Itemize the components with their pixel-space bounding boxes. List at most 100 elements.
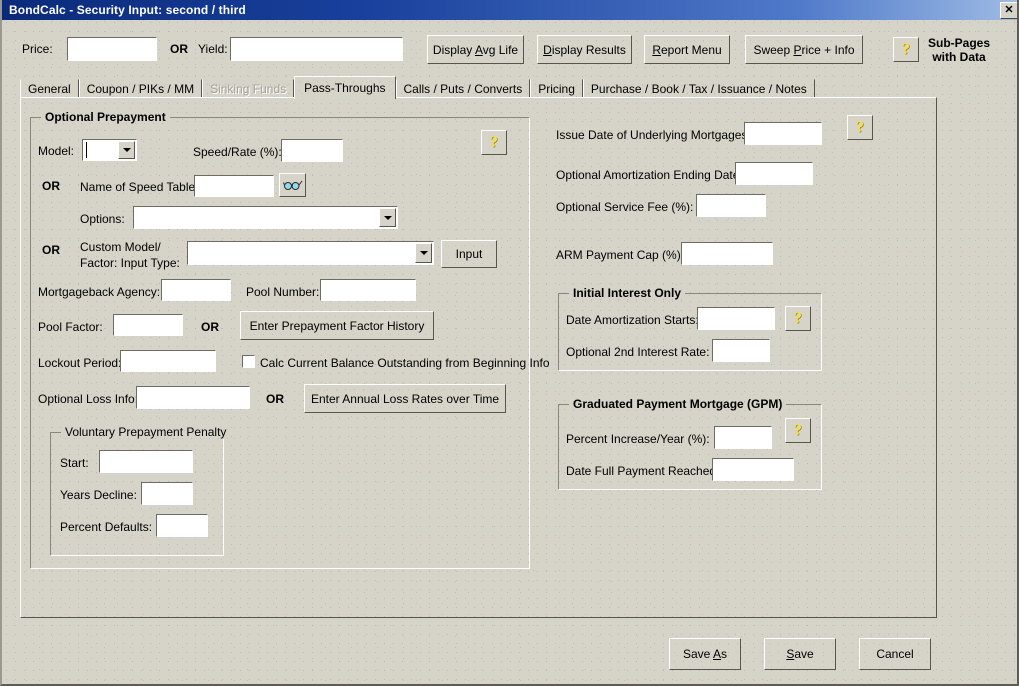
calc-current-balance-checkbox[interactable]: [242, 355, 255, 368]
pool-factor-label: Pool Factor:: [38, 320, 103, 334]
penalty-start-input[interactable]: [99, 450, 193, 473]
date-amortization-starts-input[interactable]: [697, 307, 775, 330]
speed-rate-label: Speed/Rate (%):: [193, 145, 282, 159]
save-button[interactable]: Save: [764, 638, 836, 670]
date-full-payment-reached-label: Date Full Payment Reached:: [566, 464, 719, 478]
name-of-speed-table-label: Name of Speed Table:: [80, 180, 199, 194]
optional-amortization-ending-date-input[interactable]: [735, 162, 813, 185]
sweep-price-info-button[interactable]: Sweep Price + Info: [745, 35, 863, 64]
close-icon[interactable]: ✕: [1000, 2, 1018, 19]
tab-strip: General Coupon / PIKs / MM Sinking Funds…: [20, 78, 815, 98]
tab-sinking-funds: Sinking Funds: [202, 79, 294, 98]
gpm-title: Graduated Payment Mortgage (GPM): [569, 397, 786, 411]
save-as-button[interactable]: Save As: [669, 638, 741, 670]
mortgageback-agency-input[interactable]: [161, 279, 231, 301]
mortgageback-agency-label: Mortgageback Agency:: [38, 285, 160, 299]
report-menu-label: Report Menu: [652, 43, 721, 57]
date-amortization-starts-label: Date Amortization Starts:: [566, 313, 699, 327]
pool-number-label: Pool Number:: [246, 285, 319, 299]
pool-factor-input[interactable]: [113, 314, 183, 336]
question-mark-icon: ?: [794, 423, 802, 439]
subpages-line-2: with Data: [913, 50, 1005, 64]
subpages-line-1: Sub-Pages: [913, 36, 1005, 50]
optional-2nd-interest-rate-input[interactable]: [712, 339, 770, 362]
issue-date-help-button[interactable]: ?: [847, 115, 873, 140]
display-avg-life-label: Display Avg Life: [433, 43, 518, 57]
issue-date-underlying-mortgages-label: Issue Date of Underlying Mortgages:: [556, 128, 751, 142]
report-menu-button[interactable]: Report Menu: [644, 35, 730, 64]
custom-model-label-line1: Custom Model/: [80, 240, 161, 254]
percent-increase-year-label: Percent Increase/Year (%):: [566, 432, 710, 446]
model-text-caret: [86, 142, 87, 158]
optional-service-fee-input[interactable]: [696, 194, 766, 217]
lockout-period-label: Lockout Period:: [38, 356, 121, 370]
price-input[interactable]: [67, 37, 157, 61]
enter-prepayment-factor-history-button[interactable]: Enter Prepayment Factor History: [240, 311, 434, 340]
tab-pricing[interactable]: Pricing: [530, 79, 583, 98]
calc-current-balance-label: Calc Current Balance Outstanding from Be…: [260, 356, 550, 370]
percent-increase-year-input[interactable]: [714, 426, 772, 449]
optional-loss-info-label: Optional Loss Info:: [38, 392, 138, 406]
display-avg-life-button[interactable]: Display Avg Life: [427, 35, 524, 64]
initial-interest-only-help-button[interactable]: ?: [785, 306, 811, 331]
tab-purchase-book-tax-issuance-notes[interactable]: Purchase / Book / Tax / Issuance / Notes: [583, 79, 815, 98]
save-label: Save: [786, 647, 813, 661]
yield-input[interactable]: [230, 37, 403, 61]
or-label-loss-info: OR: [266, 392, 284, 406]
gpm-help-button[interactable]: ?: [785, 418, 811, 443]
question-mark-icon: ?: [490, 135, 498, 151]
yield-label: Yield:: [198, 42, 228, 56]
question-mark-icon: ?: [794, 311, 802, 327]
enter-annual-loss-rates-button[interactable]: Enter Annual Loss Rates over Time: [304, 384, 506, 413]
bondcalc-window: BondCalc - Security Input: second / thir…: [0, 0, 1019, 686]
custom-model-label-line2: Factor: Input Type:: [80, 256, 180, 270]
chevron-down-icon[interactable]: [379, 208, 396, 227]
price-label: Price:: [22, 42, 53, 56]
name-of-speed-table-input[interactable]: [194, 175, 274, 197]
model-label: Model:: [38, 144, 74, 158]
penalty-start-label: Start:: [60, 456, 89, 470]
model-dropdown[interactable]: [82, 139, 137, 161]
percent-defaults-input[interactable]: [156, 514, 208, 537]
optional-service-fee-label: Optional Service Fee (%):: [556, 200, 693, 214]
optional-prepayment-help-button[interactable]: ?: [481, 130, 507, 155]
years-decline-label: Years Decline:: [60, 488, 137, 502]
speed-rate-input[interactable]: [281, 139, 343, 162]
speed-table-lookup-button[interactable]: [279, 173, 306, 197]
subpages-with-data-label: Sub-Pages with Data: [913, 36, 1005, 64]
options-dropdown[interactable]: [133, 206, 398, 229]
chevron-down-icon[interactable]: [118, 141, 135, 159]
or-label-pool-factor: OR: [201, 320, 219, 334]
sweep-price-info-label: Sweep Price + Info: [753, 43, 854, 57]
options-label: Options:: [80, 212, 125, 226]
question-mark-icon: ?: [856, 120, 864, 136]
or-label-speed-table: OR: [42, 179, 60, 193]
percent-defaults-label: Percent Defaults:: [60, 520, 152, 534]
lockout-period-input[interactable]: [120, 350, 216, 372]
custom-model-input-type-dropdown[interactable]: [187, 241, 434, 265]
tab-coupon-piks-mm[interactable]: Coupon / PIKs / MM: [79, 79, 202, 98]
question-mark-icon: ?: [902, 42, 910, 58]
glasses-icon: [283, 179, 303, 191]
arm-payment-cap-label: ARM Payment Cap (%):: [556, 248, 684, 262]
tab-general[interactable]: General: [20, 79, 79, 98]
display-results-label: Display Results: [543, 43, 626, 57]
tab-calls-puts-converts[interactable]: Calls / Puts / Converts: [396, 79, 531, 98]
optional-2nd-interest-rate-label: Optional 2nd Interest Rate:: [566, 345, 709, 359]
cancel-button[interactable]: Cancel: [859, 638, 931, 670]
optional-amortization-ending-date-label: Optional Amortization Ending Date:: [556, 168, 743, 182]
initial-interest-only-group: Initial Interest Only: [558, 293, 822, 371]
optional-prepayment-title: Optional Prepayment: [41, 110, 170, 124]
arm-payment-cap-input[interactable]: [681, 242, 773, 265]
voluntary-prepayment-penalty-title: Voluntary Prepayment Penalty: [61, 425, 230, 439]
issue-date-underlying-mortgages-input[interactable]: [744, 122, 822, 145]
date-full-payment-reached-input[interactable]: [712, 458, 794, 481]
optional-loss-info-input[interactable]: [136, 386, 250, 409]
tab-pass-throughs[interactable]: Pass-Throughs: [294, 76, 395, 99]
chevron-down-icon[interactable]: [415, 243, 432, 263]
years-decline-input[interactable]: [141, 482, 193, 505]
input-button[interactable]: Input: [441, 240, 497, 268]
display-results-button[interactable]: Display Results: [537, 35, 632, 64]
title-bar: BondCalc - Security Input: second / thir…: [2, 0, 1019, 20]
pool-number-input[interactable]: [320, 279, 416, 301]
